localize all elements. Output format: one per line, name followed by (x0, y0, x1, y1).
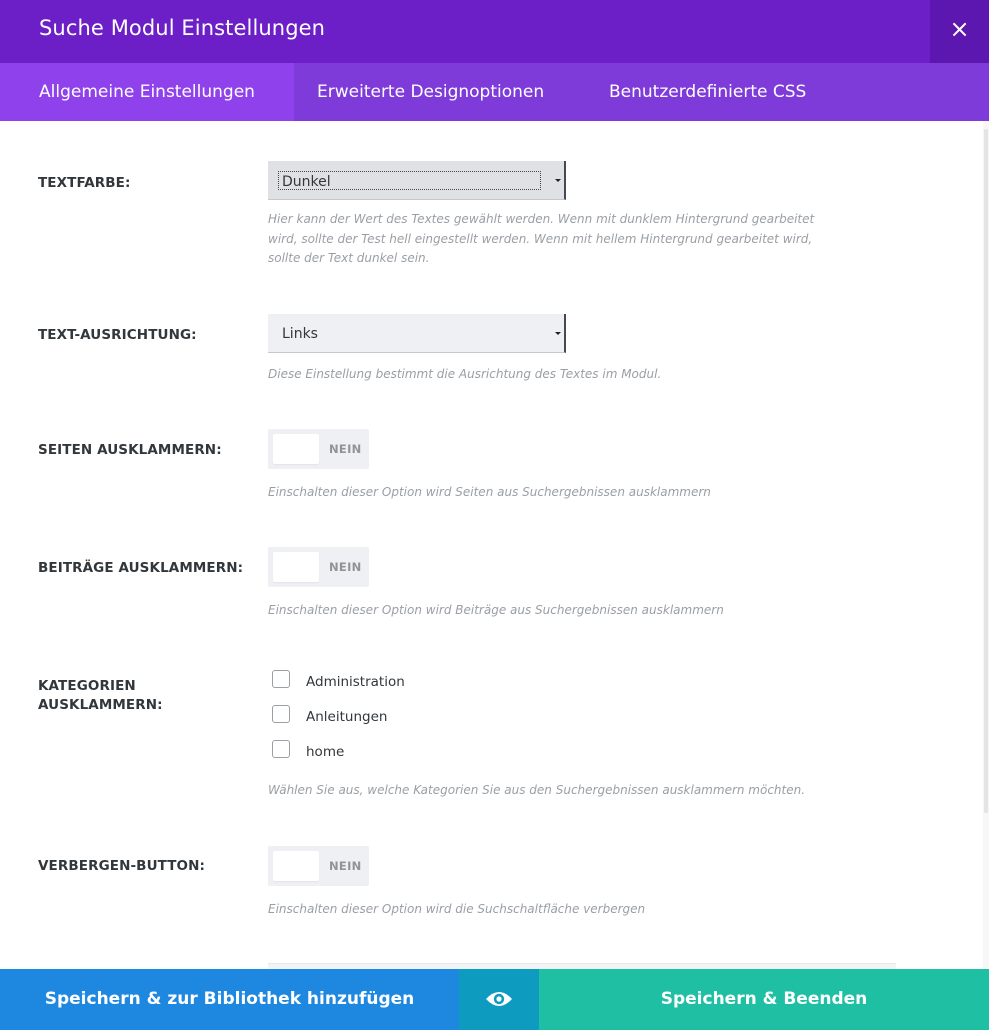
tab-custom-css[interactable]: Benutzerdefinierte CSS (570, 63, 845, 121)
kategorien-label-line2: AUSKLAMMERN: (38, 697, 163, 713)
textfarbe-label: TEXTFARBE: (38, 175, 131, 191)
textfarbe-select[interactable]: Dunkel (268, 161, 566, 200)
toggle-state: NEIN (329, 442, 362, 456)
eye-icon (486, 992, 512, 1006)
kategorien-description: Wählen Sie aus, welche Kategorien Sie au… (268, 783, 806, 797)
modal-header: Suche Modul Einstellungen × (0, 0, 989, 63)
modal-footer: Speichern & zur Bibliothek hinzufügen Sp… (0, 969, 989, 1030)
close-icon[interactable]: × (930, 0, 989, 63)
ausrichtung-label: TEXT-AUSRICHTUNG: (38, 327, 197, 343)
beitraege-toggle[interactable]: NEIN (268, 547, 369, 587)
seiten-label: SEITEN AUSKLAMMERN: (38, 442, 222, 458)
verbergen-toggle[interactable]: NEIN (268, 846, 369, 886)
toggle-knob (273, 851, 319, 881)
ausrichtung-select[interactable]: Links (268, 314, 566, 353)
textfarbe-description: Hier kann der Wert des Textes gewählt we… (268, 212, 815, 265)
textfarbe-value: Dunkel (282, 174, 331, 190)
ausrichtung-value: Links (282, 326, 318, 342)
dropdown-arrow-icon (553, 328, 563, 340)
dropdown-arrow-icon (553, 175, 563, 187)
scrollbar-thumb[interactable] (984, 129, 988, 813)
ausrichtung-description: Diese Einstellung bestimmt die Ausrichtu… (268, 367, 662, 381)
preview-button[interactable] (459, 969, 539, 1030)
beitraege-description: Einschalten dieser Option wird Beiträge … (268, 603, 724, 617)
checkbox-anleitungen[interactable] (272, 705, 290, 723)
verbergen-label: VERBERGEN-BUTTON: (38, 858, 206, 874)
beitraege-label: BEITRÄGE AUSKLAMMERN: (38, 560, 244, 576)
toggle-state: NEIN (329, 560, 362, 574)
toggle-state: NEIN (329, 859, 362, 873)
tab-advanced-design[interactable]: Erweiterte Designoptionen (278, 63, 583, 121)
scrollbar[interactable] (983, 121, 989, 969)
kategorien-label-line1: KATEGORIEN (38, 678, 136, 694)
checkbox-administration[interactable] (272, 670, 290, 688)
checkbox-label-home[interactable]: home (306, 744, 344, 760)
toggle-knob (273, 434, 319, 464)
save-and-exit-button[interactable]: Speichern & Beenden (539, 969, 989, 1030)
checkbox-label-anleitungen[interactable]: Anleitungen (306, 709, 387, 725)
settings-content[interactable]: TEXTFARBE: Dunkel Hier kann der Wert des… (0, 121, 989, 969)
checkbox-label-administration[interactable]: Administration (306, 674, 405, 690)
seiten-toggle[interactable]: NEIN (268, 429, 369, 469)
checkbox-home[interactable] (272, 740, 290, 758)
seiten-description: Einschalten dieser Option wird Seiten au… (268, 485, 711, 499)
tab-general-settings[interactable]: Allgemeine Einstellungen (0, 63, 294, 121)
save-to-library-button[interactable]: Speichern & zur Bibliothek hinzufügen (0, 969, 459, 1030)
kategorien-label: KATEGORIEN AUSKLAMMERN: (38, 677, 163, 715)
verbergen-description: Einschalten dieser Option wird die Suchs… (268, 902, 646, 916)
toggle-knob (273, 552, 319, 582)
modal-title: Suche Modul Einstellungen (39, 16, 326, 40)
tab-bar: Allgemeine Einstellungen Erweiterte Desi… (0, 63, 989, 121)
